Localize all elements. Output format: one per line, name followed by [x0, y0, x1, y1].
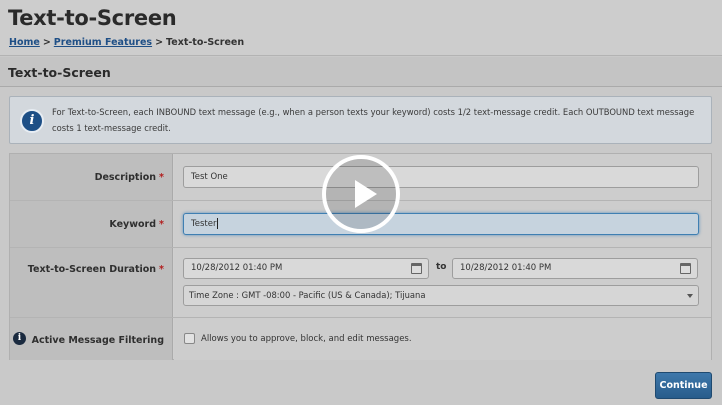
breadcrumb-current: Text-to-Screen [166, 37, 245, 48]
required-marker: * [159, 172, 164, 183]
timezone-select[interactable]: Time Zone : GMT -08:00 - Pacific (US & C… [183, 285, 699, 306]
calendar-icon[interactable] [411, 263, 422, 274]
filtering-label: Active Message Filtering [31, 335, 164, 346]
start-date-input[interactable]: 10/28/2012 01:40 PM [183, 258, 429, 279]
required-marker: * [159, 219, 164, 230]
info-icon: i [20, 109, 44, 133]
text-caret [217, 218, 219, 229]
end-date-value: 10/28/2012 01:40 PM [460, 263, 552, 273]
keyword-input[interactable]: Tester [183, 213, 699, 235]
breadcrumb-separator: > [42, 37, 51, 48]
keyword-label: Keyword * [109, 219, 164, 230]
description-label: Description * [94, 172, 164, 183]
filtering-checkbox-label[interactable]: Allows you to approve, block, and edit m… [201, 334, 412, 344]
info-text: For Text-to-Screen, each INBOUND text me… [52, 107, 695, 133]
info-icon[interactable]: i [13, 332, 26, 345]
chevron-down-icon [687, 294, 693, 298]
filtering-checkbox[interactable] [184, 333, 195, 344]
timezone-value: Time Zone : GMT -08:00 - Pacific (US & C… [189, 290, 426, 300]
breadcrumb-home-link[interactable]: Home [9, 37, 40, 48]
start-date-value: 10/28/2012 01:40 PM [191, 263, 283, 273]
breadcrumb-premium-link[interactable]: Premium Features [54, 37, 152, 48]
play-icon [355, 180, 377, 208]
calendar-icon[interactable] [680, 263, 691, 274]
end-date-input[interactable]: 10/28/2012 01:40 PM [452, 258, 698, 279]
breadcrumb: Home > Premium Features > Text-to-Screen [9, 37, 244, 48]
filtering-row: i Active Message Filtering Allows you to… [10, 318, 711, 360]
keyword-value: Tester [191, 219, 217, 229]
section-title: Text-to-Screen [8, 65, 111, 80]
to-label: to [436, 262, 447, 272]
continue-button[interactable]: Continue [655, 372, 712, 399]
duration-row: Text-to-Screen Duration * 10/28/2012 01:4… [10, 248, 711, 318]
info-box: i For Text-to-Screen, each INBOUND text … [9, 96, 712, 144]
page-title: Text-to-Screen [8, 6, 177, 30]
breadcrumb-separator: > [155, 37, 164, 48]
page-header: Text-to-Screen Home > Premium Features > Tex… [0, 0, 722, 56]
description-input[interactable]: Test One [183, 166, 699, 188]
section-header: Text-to-Screen [0, 57, 722, 87]
required-marker: * [159, 264, 164, 275]
play-button[interactable] [322, 155, 400, 233]
duration-label: Text-to-Screen Duration * [27, 264, 164, 275]
